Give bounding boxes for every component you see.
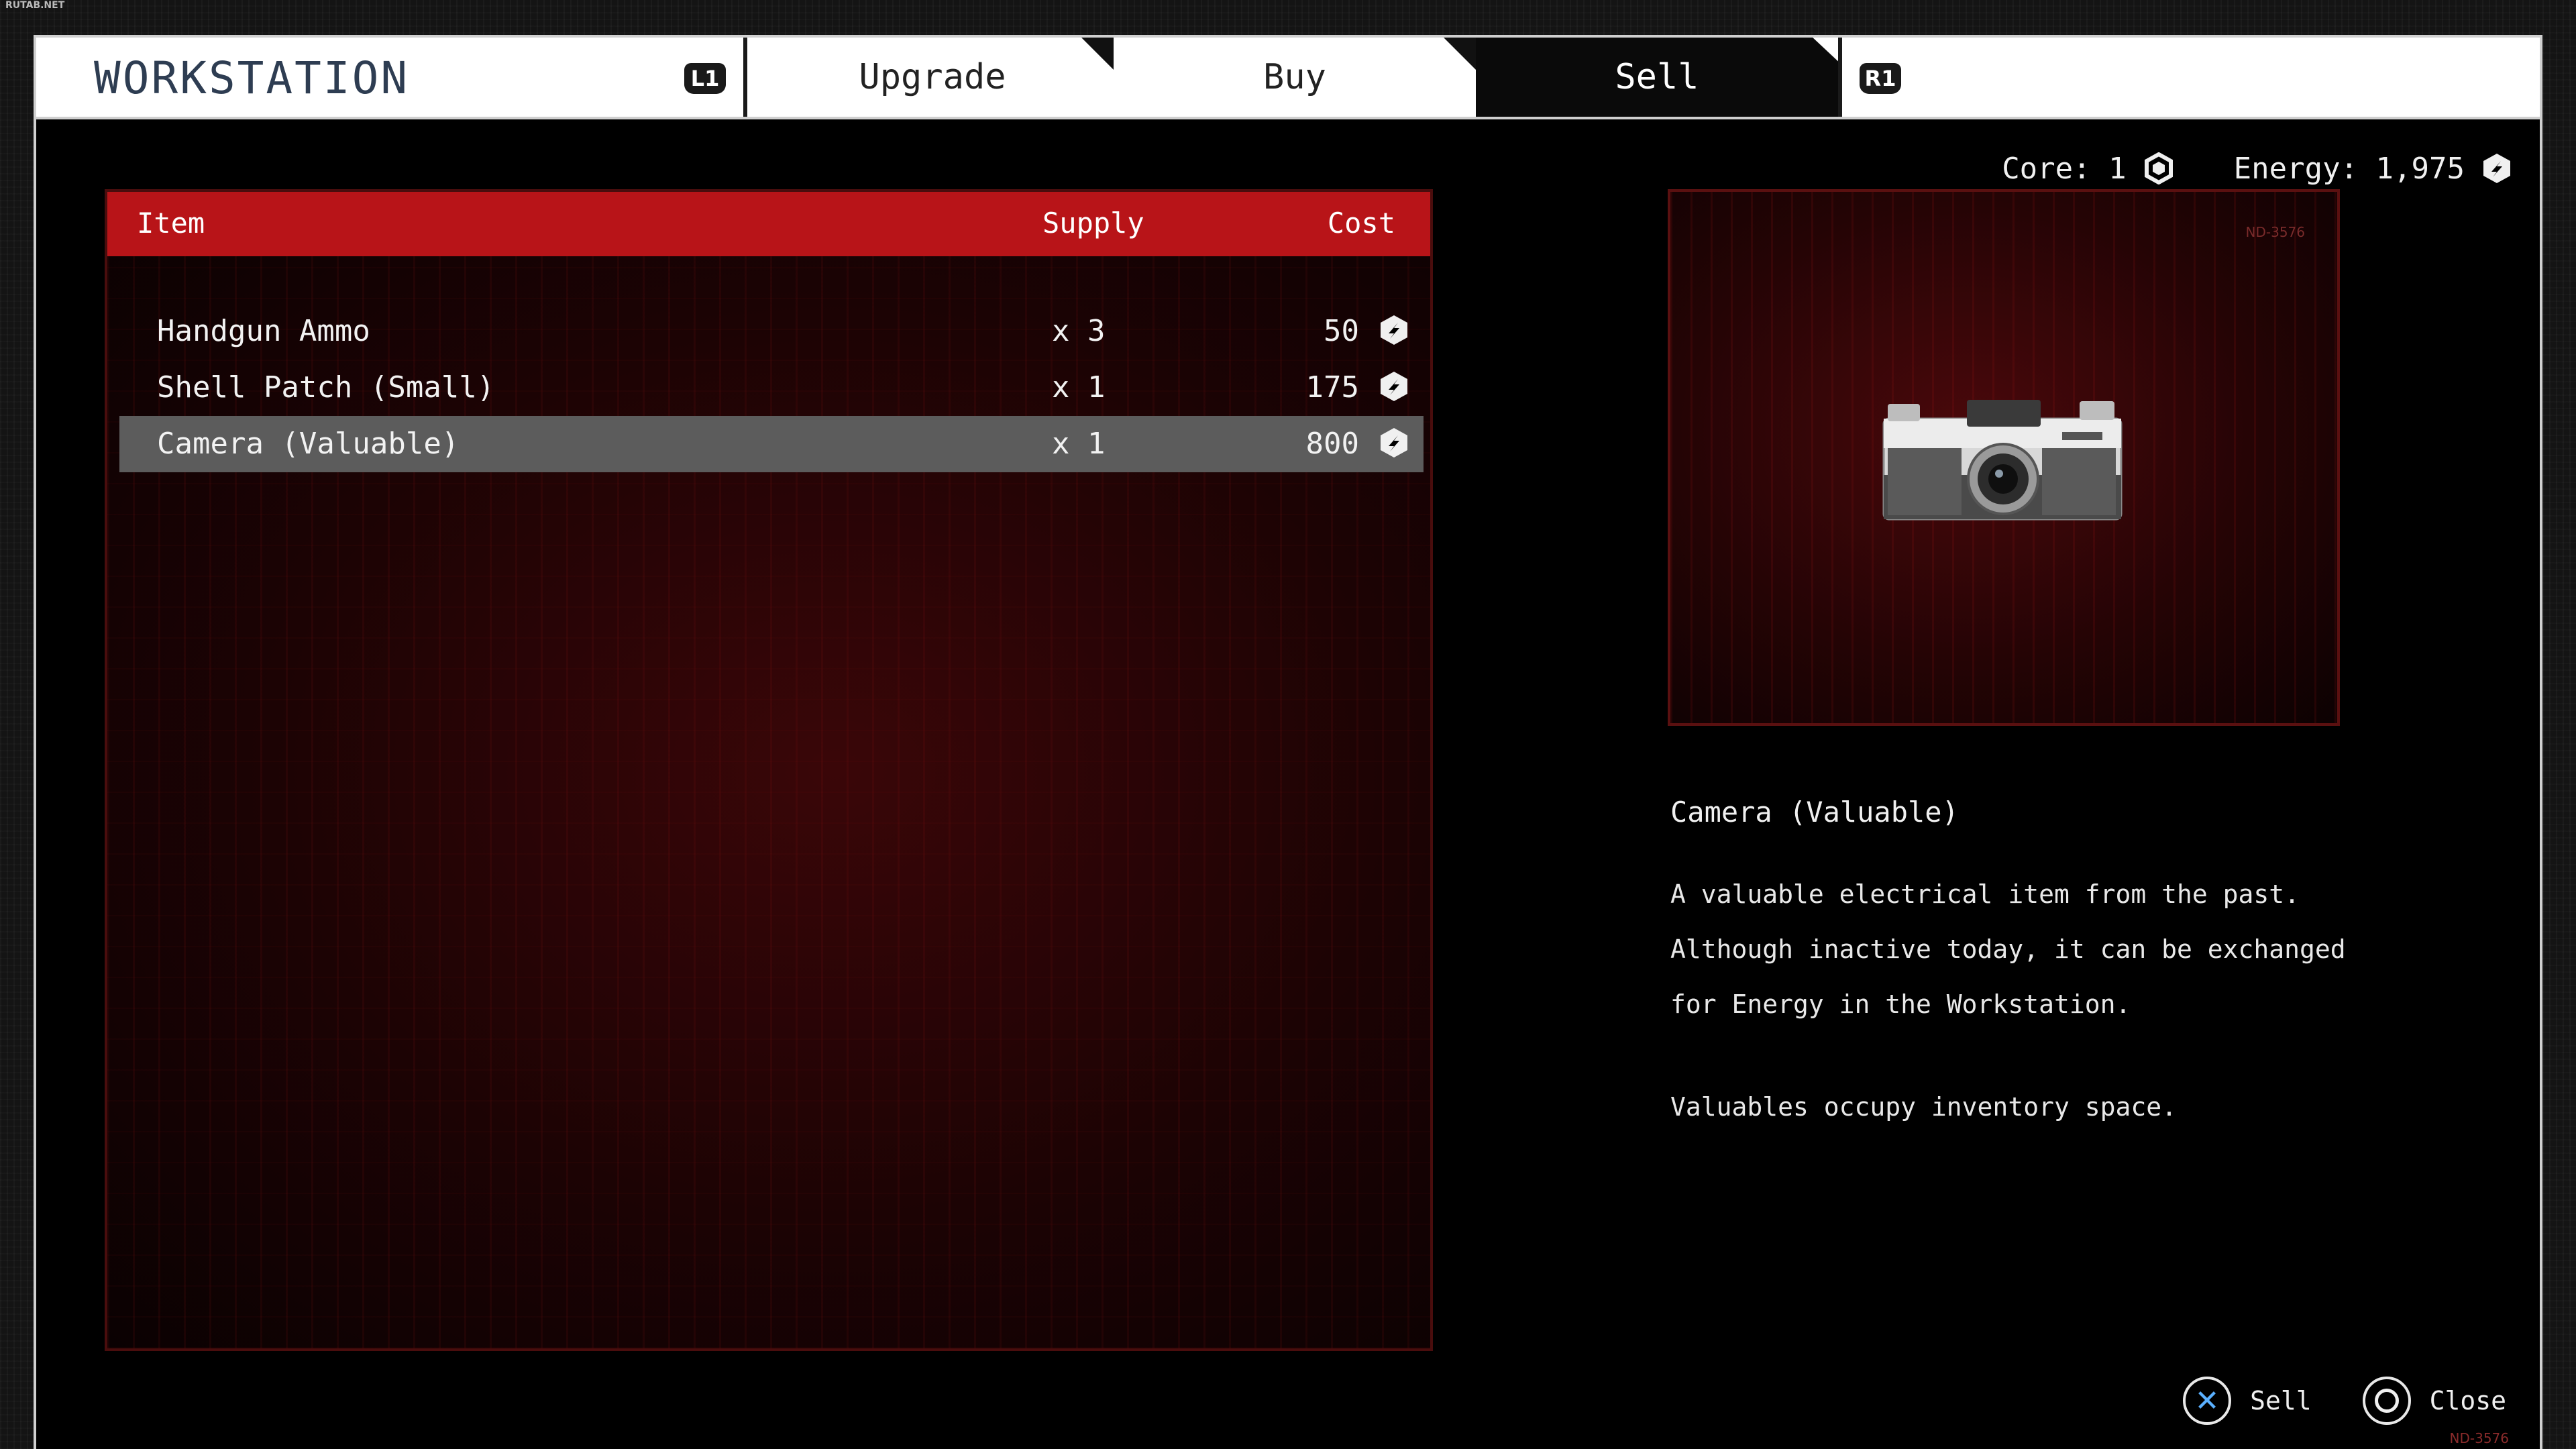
l1-bumper-icon[interactable]: L1	[684, 63, 726, 94]
item-cost: 800	[1305, 427, 1359, 461]
column-header-cost: Cost	[1327, 207, 1395, 239]
button-prompts: ✕ Sell Close	[2183, 1374, 2506, 1428]
close-prompt-label[interactable]: Close	[2430, 1386, 2506, 1415]
tab-divider	[743, 38, 747, 117]
footer-code: ND-3576	[2449, 1430, 2509, 1446]
item-cost: 175	[1305, 370, 1359, 405]
tab-upgrade[interactable]: Upgrade	[751, 38, 1114, 117]
description-line: for Energy in the Workstation.	[1670, 989, 2131, 1019]
item-supply: x 1	[1052, 427, 1106, 461]
core-count: Core: 1	[2002, 151, 2127, 186]
circle-button-icon[interactable]	[2362, 1377, 2411, 1425]
list-item-handgun-ammo[interactable]: Handgun Ammo x 3 50	[119, 303, 1424, 360]
item-cost: 50	[1324, 314, 1359, 348]
item-name: Shell Patch (Small)	[157, 370, 495, 405]
sell-list-panel: Item Supply Cost Handgun Ammo x 3 50 She…	[105, 189, 1433, 1351]
workstation-window: WORKSTATION L1 Upgrade Buy Sell R1 Core:…	[34, 35, 2542, 1449]
page-title: WORKSTATION	[94, 52, 410, 104]
detail-note: Valuables occupy inventory space.	[1670, 1092, 2177, 1122]
top-bar: WORKSTATION L1 Upgrade Buy Sell R1	[36, 38, 2540, 119]
description-line: A valuable electrical item from the past…	[1670, 879, 2300, 909]
tab-divider	[1838, 38, 1842, 117]
tab-sell[interactable]: Sell	[1476, 38, 1838, 117]
energy-icon	[1381, 315, 1407, 345]
energy-icon	[2483, 154, 2510, 183]
energy-count: Energy: 1,975	[2233, 151, 2465, 186]
core-icon	[2144, 152, 2173, 184]
item-supply: x 1	[1052, 370, 1106, 405]
detail-item-name: Camera (Valuable)	[1670, 796, 1959, 828]
item-name: Handgun Ammo	[157, 314, 370, 348]
tab-buy[interactable]: Buy	[1114, 38, 1476, 117]
item-preview: ND-3576	[1668, 189, 2340, 726]
site-watermark: RUTAB.NET	[5, 0, 65, 11]
r1-bumper-icon[interactable]: R1	[1860, 63, 1901, 94]
preview-code: ND-3576	[2245, 224, 2305, 240]
background: RUTAB.NET WORKSTATION L1 Upgrade Buy Sel…	[0, 0, 2576, 1449]
camera-image	[1882, 400, 2123, 521]
energy-icon	[1381, 428, 1407, 458]
cross-button-icon[interactable]: ✕	[2183, 1377, 2232, 1425]
detail-description: A valuable electrical item from the past…	[1670, 867, 2442, 1032]
item-supply: x 3	[1052, 314, 1106, 348]
tab-corner	[1081, 38, 1114, 70]
column-header-supply: Supply	[1042, 207, 1144, 239]
item-name: Camera (Valuable)	[157, 427, 460, 461]
list-item-shell-patch[interactable]: Shell Patch (Small) x 1 175	[119, 360, 1424, 416]
resource-bar: Core: 1 Energy: 1,975	[2002, 145, 2513, 192]
tab-corner	[1444, 38, 1476, 70]
sell-prompt-label[interactable]: Sell	[2250, 1386, 2312, 1415]
energy-icon	[1381, 372, 1407, 401]
description-line: Although inactive today, it can be excha…	[1670, 934, 2346, 964]
column-header-item: Item	[137, 207, 205, 239]
list-item-camera[interactable]: Camera (Valuable) x 1 800	[119, 416, 1424, 472]
list-header: Item Supply Cost	[107, 192, 1430, 256]
